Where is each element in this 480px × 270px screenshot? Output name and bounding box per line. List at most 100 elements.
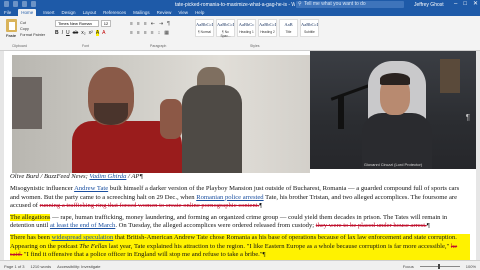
tab-references[interactable]: References bbox=[103, 9, 126, 16]
tab-view[interactable]: View bbox=[178, 9, 188, 16]
ribbon-home: Paste Cut Copy Format Painter Times New … bbox=[0, 16, 480, 51]
bullets-button[interactable]: ≡ bbox=[130, 21, 133, 27]
document-title: tate-picked-romania-to-maximize-what-a-g… bbox=[175, 1, 295, 8]
save-icon[interactable] bbox=[13, 1, 18, 7]
pilcrow-mark: ¶ bbox=[259, 202, 263, 210]
text: There has been bbox=[10, 233, 52, 241]
font-format-buttons: B I U ab x₂ x² A A bbox=[55, 30, 106, 36]
zoom-slider[interactable] bbox=[419, 263, 460, 269]
paragraph-row-2: ≡ ≡ ≡ ≡ ↕ ▦ bbox=[130, 30, 169, 36]
accessibility-status[interactable]: Accessibility: Investigate bbox=[57, 264, 100, 269]
text: . On Tuesday, the alleged accomplices we… bbox=[115, 222, 316, 230]
paste-button[interactable]: Paste bbox=[4, 19, 18, 41]
pilcrow-mark: ¶ bbox=[465, 113, 470, 122]
link-police-arrested[interactable]: Romanian police arrested bbox=[196, 194, 263, 201]
style-sample: AaBbCcD bbox=[259, 22, 276, 27]
group-paragraph: Paragraph bbox=[150, 44, 167, 48]
tab-help[interactable]: Help bbox=[195, 9, 204, 16]
user-name[interactable]: Jeffrey Ghost bbox=[414, 2, 444, 8]
subscript-button[interactable]: x₂ bbox=[81, 30, 85, 36]
shading-button[interactable]: ▦ bbox=[164, 30, 169, 36]
increase-indent-button[interactable]: ⇥ bbox=[159, 21, 163, 27]
numbering-button[interactable]: ≡ bbox=[137, 21, 140, 27]
group-clipboard: Clipboard bbox=[12, 44, 27, 48]
webcam-name-tag: Giovanni Ciruzzi (Lord Protector) bbox=[363, 162, 423, 167]
pilcrow-mark: ¶ bbox=[262, 251, 266, 259]
caption-prefix: Olive Burd / BuzzFeed News; bbox=[10, 173, 90, 180]
group-font: Font bbox=[82, 44, 90, 48]
redo-icon[interactable] bbox=[31, 1, 36, 7]
superscript-button[interactable]: x² bbox=[89, 30, 93, 36]
webcam-overlay: ¶ Giovanni Ciruzzi (Lord Protector) bbox=[310, 51, 476, 169]
align-center-button[interactable]: ≡ bbox=[137, 30, 140, 36]
bold-button[interactable]: B bbox=[55, 30, 59, 36]
tell-me-search[interactable]: Tell me what you want to do bbox=[296, 1, 404, 8]
word-count[interactable]: 1210 words bbox=[30, 264, 51, 269]
style-sample: AaBbCcD bbox=[301, 22, 318, 27]
tab-layout[interactable]: Layout bbox=[83, 9, 97, 16]
status-bar: Page 1 of 3 1210 words Accessibility: In… bbox=[0, 260, 480, 270]
style-heading-1[interactable]: AaBbCc Heading 1 bbox=[237, 19, 256, 37]
paragraph-1: Misogynistic influencer Andrew Tate buil… bbox=[10, 185, 470, 211]
caption-suffix: / AP¶ bbox=[126, 173, 143, 180]
highlighted-text: The allegations bbox=[10, 213, 51, 221]
style-name: Heading 2 bbox=[260, 30, 275, 34]
caption-link[interactable]: Vadim Ghirda bbox=[89, 173, 126, 180]
strikethrough-button[interactable]: ab bbox=[73, 30, 79, 36]
style-subtitle[interactable]: AaBbCcD Subtitle bbox=[300, 19, 319, 37]
pilcrow-mark: ¶ bbox=[426, 222, 430, 230]
highlight-color-button[interactable]: A bbox=[95, 30, 100, 36]
text: "I find it offensive that a police offic… bbox=[22, 251, 263, 259]
align-right-button[interactable]: ≡ bbox=[144, 30, 147, 36]
tracked-deletion: running a trafficking ring that forced w… bbox=[39, 202, 260, 210]
quick-access-toolbar bbox=[4, 1, 36, 7]
paragraph-row-1: ≡ ≡ ≡ ⇤ ⇥ ¶ bbox=[130, 21, 170, 27]
close-button[interactable]: ✕ bbox=[473, 0, 478, 9]
font-name-select[interactable]: Times New Roman bbox=[55, 20, 99, 27]
style-sample: AaB bbox=[284, 22, 293, 27]
zoom-level[interactable]: 100% bbox=[466, 264, 476, 269]
font-color-button[interactable]: A bbox=[102, 30, 105, 36]
article-photo[interactable] bbox=[12, 55, 310, 173]
minimize-button[interactable]: – bbox=[454, 0, 457, 9]
tab-insert[interactable]: Insert bbox=[43, 9, 54, 16]
document-page[interactable]: ¶ Giovanni Ciruzzi (Lord Protector) Oliv… bbox=[4, 51, 476, 260]
styles-gallery: AaBbCcDc ¶ Normal AaBbCcDc ¶ No Spac... … bbox=[195, 19, 319, 38]
style-heading-2[interactable]: AaBbCcD Heading 2 bbox=[258, 19, 277, 37]
line-spacing-button[interactable]: ↕ bbox=[158, 30, 161, 36]
tab-mailings[interactable]: Mailings bbox=[133, 9, 150, 16]
style-normal[interactable]: AaBbCcDc ¶ Normal bbox=[195, 19, 214, 37]
style-title[interactable]: AaB Title bbox=[279, 19, 298, 37]
link-end-of-march[interactable]: at least the end of March bbox=[50, 222, 115, 229]
tab-home[interactable]: Home bbox=[18, 9, 37, 16]
align-left-button[interactable]: ≡ bbox=[130, 30, 133, 36]
undo-icon[interactable] bbox=[22, 1, 27, 7]
clipboard-icon bbox=[5, 19, 17, 32]
photo-caption: Olive Burd / BuzzFeed News; Vadim Ghirda… bbox=[10, 173, 470, 183]
document-body[interactable]: Olive Burd / BuzzFeed News; Vadim Ghirda… bbox=[10, 173, 470, 263]
link-widespread-speculation[interactable]: widespread speculation bbox=[52, 234, 114, 241]
italic-button[interactable]: I bbox=[62, 30, 63, 36]
decrease-indent-button[interactable]: ⇤ bbox=[151, 21, 155, 27]
tab-file[interactable]: File bbox=[4, 9, 11, 16]
underline-button[interactable]: U bbox=[66, 30, 70, 36]
justify-button[interactable]: ≡ bbox=[151, 30, 154, 36]
multilevel-list-button[interactable]: ≡ bbox=[144, 21, 147, 27]
maximize-button[interactable]: □ bbox=[463, 0, 467, 9]
link-andrew-tate[interactable]: Andrew Tate bbox=[74, 185, 108, 192]
tab-design[interactable]: Design bbox=[62, 9, 76, 16]
style-sample: AaBbCcDc bbox=[217, 22, 234, 27]
tab-review[interactable]: Review bbox=[157, 9, 172, 16]
group-styles: Styles bbox=[250, 44, 260, 48]
style-no-spacing[interactable]: AaBbCcDc ¶ No Spac... bbox=[216, 19, 235, 38]
autosave-icon[interactable] bbox=[4, 1, 9, 7]
tracked-deletion: they were to be placed under house arres… bbox=[315, 222, 427, 230]
style-sample: AaBbCc bbox=[238, 22, 255, 27]
ribbon-tabs: File Home Insert Design Layout Reference… bbox=[0, 9, 480, 16]
page-count[interactable]: Page 1 of 3 bbox=[4, 264, 24, 269]
zoom-slider-thumb[interactable] bbox=[437, 263, 440, 269]
focus-mode-button[interactable]: Focus bbox=[403, 264, 414, 269]
font-size-select[interactable]: 12 bbox=[101, 20, 111, 27]
format-painter-button[interactable]: Format Painter bbox=[20, 32, 45, 38]
show-formatting-button[interactable]: ¶ bbox=[167, 21, 170, 27]
